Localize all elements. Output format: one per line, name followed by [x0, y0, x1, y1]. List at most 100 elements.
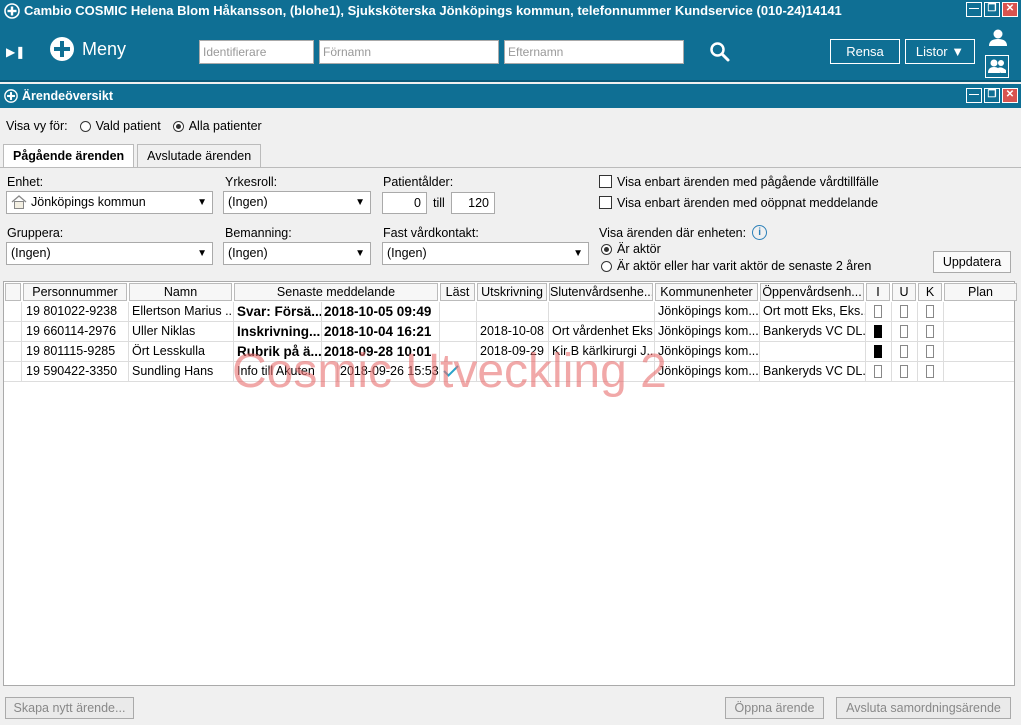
cases-table: Personnummer Namn Senaste meddelande Läs…: [3, 281, 1017, 686]
col-municipal[interactable]: Kommunenheter: [655, 283, 758, 301]
close-coordination-button[interactable]: Avsluta samordningsärende: [836, 697, 1011, 719]
tab-closed[interactable]: Avslutade ärenden: [137, 144, 262, 167]
flag-k-icon[interactable]: [926, 365, 934, 378]
dropdown-arrow-icon: ▼: [197, 197, 207, 208]
message-date-cell: 2018-10-04 16:21: [322, 322, 440, 342]
table-row[interactable]: 19 801022-9238 Ellertson Marius ... Svar…: [4, 302, 1014, 322]
tab-ongoing[interactable]: Pågående ärenden: [3, 144, 135, 168]
col-latest-message[interactable]: Senaste meddelande: [234, 283, 438, 301]
age-from-input[interactable]: 0: [382, 192, 427, 214]
info-icon[interactable]: i: [752, 225, 768, 240]
radio-selected-patient[interactable]: Vald patient: [79, 119, 161, 133]
row-select-cell[interactable]: [4, 342, 22, 362]
age-to-input[interactable]: 120: [451, 192, 495, 214]
row-select-cell[interactable]: [4, 302, 22, 322]
cb-unopened[interactable]: Visa enbart ärenden med oöppnat meddelan…: [599, 196, 878, 210]
outpatient-cell: [760, 342, 866, 362]
staffing-label: Bemanning:: [225, 226, 292, 240]
panel-restore-icon[interactable]: ❐: [984, 88, 1000, 103]
panel-logo-icon: [4, 89, 18, 103]
flag-i-icon[interactable]: [874, 365, 882, 378]
message-cell: Svar: Försä...: [234, 302, 322, 322]
lastname-input[interactable]: [504, 40, 684, 64]
message-cell: Inskrivning...: [234, 322, 322, 342]
flag-u-cell: [892, 362, 918, 382]
flag-i-icon[interactable]: [874, 305, 882, 318]
col-i[interactable]: I: [866, 283, 890, 301]
col-outpatient[interactable]: Öppenvårdsenh...: [760, 283, 864, 301]
search-icon[interactable]: [709, 41, 731, 63]
patient-group-icon[interactable]: [985, 55, 1009, 78]
window-titlebar: Cambio COSMIC Helena Blom Håkansson, (bl…: [0, 0, 1021, 21]
staffing-select[interactable]: (Ingen) ▼: [223, 242, 371, 265]
flag-u-icon[interactable]: [900, 345, 908, 358]
group-select[interactable]: (Ingen) ▼: [6, 242, 213, 265]
outpatient-cell: Ort mott Eks, Eks...: [760, 302, 866, 322]
radio-all-patients[interactable]: Alla patienter: [172, 119, 262, 133]
contact-select[interactable]: (Ingen) ▼: [382, 242, 589, 265]
identifier-input[interactable]: [199, 40, 314, 64]
radio-actor-recent[interactable]: Är aktör eller har varit aktör de senast…: [601, 259, 871, 273]
view-for-selector: Visa vy för: Vald patient Alla patienter: [6, 119, 262, 133]
flag-u-cell: [892, 322, 918, 342]
col-name[interactable]: Namn: [129, 283, 232, 301]
plan-cell: [944, 362, 1014, 382]
cb-ongoing-care-label: Visa enbart ärenden med pågående vårdtil…: [617, 175, 879, 189]
municipal-cell: Jönköpings kom...: [655, 362, 760, 382]
flag-u-icon[interactable]: [900, 325, 908, 338]
col-k[interactable]: K: [918, 283, 942, 301]
row-select-cell[interactable]: [4, 362, 22, 382]
col-select[interactable]: [5, 283, 21, 301]
discharge-cell: 2018-10-08: [477, 322, 549, 342]
plan-cell: [944, 342, 1014, 362]
role-label: Yrkesroll:: [225, 175, 278, 189]
radio-actor[interactable]: Är aktör: [601, 242, 661, 256]
lists-button[interactable]: Listor ▼: [905, 39, 975, 64]
firstname-input[interactable]: [319, 40, 499, 64]
close-icon[interactable]: ✕: [1002, 2, 1018, 17]
col-read[interactable]: Läst: [440, 283, 475, 301]
radio-actor-label: Är aktör: [617, 242, 661, 256]
panel-title: Ärendeöversikt: [22, 89, 114, 103]
menu-button[interactable]: Meny: [50, 37, 126, 61]
flag-k-icon[interactable]: [926, 345, 934, 358]
restore-icon[interactable]: ❐: [984, 2, 1000, 17]
contact-value: (Ingen): [387, 246, 427, 260]
flag-k-cell: [918, 302, 944, 322]
flag-i-icon[interactable]: [874, 345, 882, 358]
create-case-button[interactable]: Skapa nytt ärende...: [5, 697, 134, 719]
unit-select[interactable]: Jönköpings kommun ▼: [6, 191, 213, 214]
table-row[interactable]: 19 660114-2976 Uller Niklas Inskrivning.…: [4, 322, 1014, 342]
role-select[interactable]: (Ingen) ▼: [223, 191, 371, 214]
collapse-sidebar-icon[interactable]: ▶❚: [6, 45, 25, 59]
flag-k-icon[interactable]: [926, 325, 934, 338]
col-personnummer[interactable]: Personnummer: [23, 283, 127, 301]
cb-unopened-label: Visa enbart ärenden med oöppnat meddelan…: [617, 196, 879, 210]
flag-k-icon[interactable]: [926, 305, 934, 318]
open-case-button[interactable]: Öppna ärende: [725, 697, 824, 719]
flag-u-icon[interactable]: [900, 365, 908, 378]
clear-button[interactable]: Rensa: [830, 39, 900, 64]
user-icon[interactable]: [988, 29, 1008, 47]
cb-ongoing-care[interactable]: Visa enbart ärenden med pågående vårdtil…: [599, 175, 879, 189]
group-label: Gruppera:: [7, 226, 64, 240]
municipal-cell: Jönköpings kom...: [655, 342, 760, 362]
col-inpatient[interactable]: Slutenvårdsenhe...: [549, 283, 653, 301]
unit-value: Jönköpings kommun: [31, 195, 146, 209]
minimize-icon[interactable]: —: [966, 2, 982, 17]
message-date-cell: 2018-10-05 09:49: [322, 302, 440, 322]
update-button[interactable]: Uppdatera: [933, 251, 1011, 273]
view-for-label: Visa vy för:: [6, 119, 68, 133]
panel-header: Ärendeöversikt — ❐ ✕: [0, 84, 1021, 108]
read-cell: [440, 302, 477, 322]
col-u[interactable]: U: [892, 283, 916, 301]
panel-close-icon[interactable]: ✕: [1002, 88, 1018, 103]
col-plan[interactable]: Plan: [944, 283, 1017, 301]
radio-checked-icon: [601, 243, 612, 255]
outpatient-cell: Bankeryds VC DL...: [760, 362, 866, 382]
col-discharge[interactable]: Utskrivning: [477, 283, 547, 301]
row-select-cell[interactable]: [4, 322, 22, 342]
flag-u-icon[interactable]: [900, 305, 908, 318]
flag-i-icon[interactable]: [874, 325, 882, 338]
panel-minimize-icon[interactable]: —: [966, 88, 982, 103]
